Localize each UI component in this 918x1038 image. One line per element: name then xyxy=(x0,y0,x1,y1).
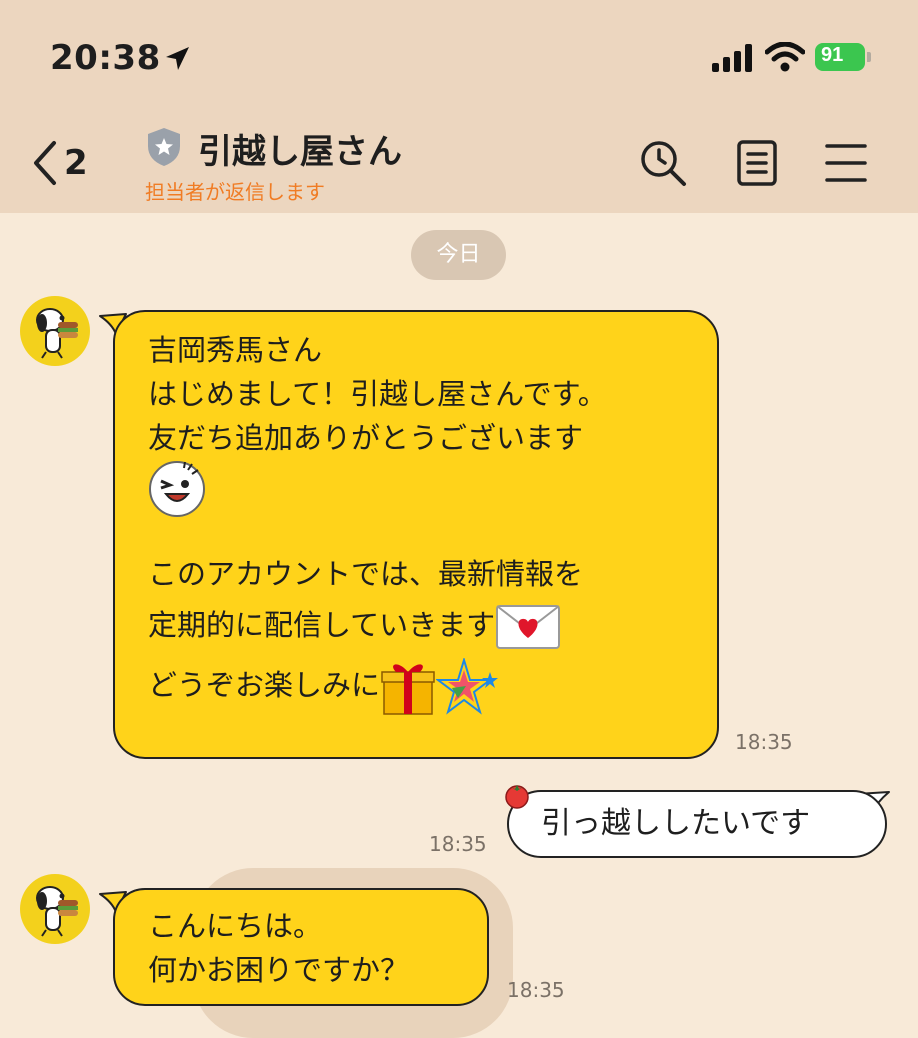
message-line: このアカウントでは、最新情報を xyxy=(148,557,584,591)
snoopy-avatar-icon xyxy=(36,886,78,937)
back-button[interactable]: 2 xyxy=(32,138,88,188)
message-bubble-2[interactable]: 引っ越ししたいです xyxy=(507,790,887,858)
winking-face-emoji xyxy=(149,461,205,517)
battery-indicator: 91 xyxy=(815,43,871,71)
cellular-signal-icon xyxy=(712,44,752,72)
search-icon[interactable] xyxy=(638,138,688,188)
message-line: どうぞお楽しみに xyxy=(148,668,381,702)
account-avatar[interactable] xyxy=(20,874,90,944)
stars-emoji xyxy=(436,658,499,715)
date-separator: 今日 xyxy=(411,230,506,280)
snoopy-avatar-icon xyxy=(36,308,78,359)
chat-title[interactable]: 引越し屋さん xyxy=(198,124,402,173)
message-line: 吉岡秀馬さん xyxy=(148,333,323,367)
gift-emoji xyxy=(381,664,435,715)
unread-count: 2 xyxy=(64,143,88,183)
message-line: 友だち追加ありがとうございます xyxy=(148,421,584,455)
location-arrow-icon xyxy=(166,47,189,70)
menu-icon[interactable] xyxy=(823,138,869,188)
shield-badge-icon xyxy=(148,128,180,166)
message-line: こんにちは。 xyxy=(148,909,323,943)
battery-level: 91 xyxy=(821,44,844,66)
message-time: 18:35 xyxy=(735,730,793,754)
notes-icon[interactable] xyxy=(735,138,779,188)
wifi-icon xyxy=(765,42,805,72)
message-bubble-1[interactable]: 吉岡秀馬さん はじめまして！引越し屋さんです。 友だち追加ありがとうございます … xyxy=(113,310,719,759)
top-bar xyxy=(0,0,918,213)
tomato-icon xyxy=(505,785,529,809)
message-line xyxy=(148,518,717,546)
emoji-line xyxy=(148,460,717,518)
love-letter-emoji xyxy=(496,605,561,649)
chat-subtitle: 担当者が返信します xyxy=(145,180,325,204)
message-line: 定期的に配信していきます xyxy=(148,608,496,642)
message-line: はじめまして！引越し屋さんです。 xyxy=(148,377,607,411)
message-bubble-3[interactable]: こんにちは。 何かお困りですか？ xyxy=(113,888,489,1006)
message-line: 何かお困りですか？ xyxy=(148,953,410,987)
message-text: 引っ越ししたいです xyxy=(541,806,811,841)
message-time: 18:35 xyxy=(507,978,565,1002)
message-time: 18:35 xyxy=(429,832,487,856)
status-time: 20:38 xyxy=(50,38,161,78)
account-avatar[interactable] xyxy=(20,296,90,366)
chevron-left-icon xyxy=(34,141,56,185)
